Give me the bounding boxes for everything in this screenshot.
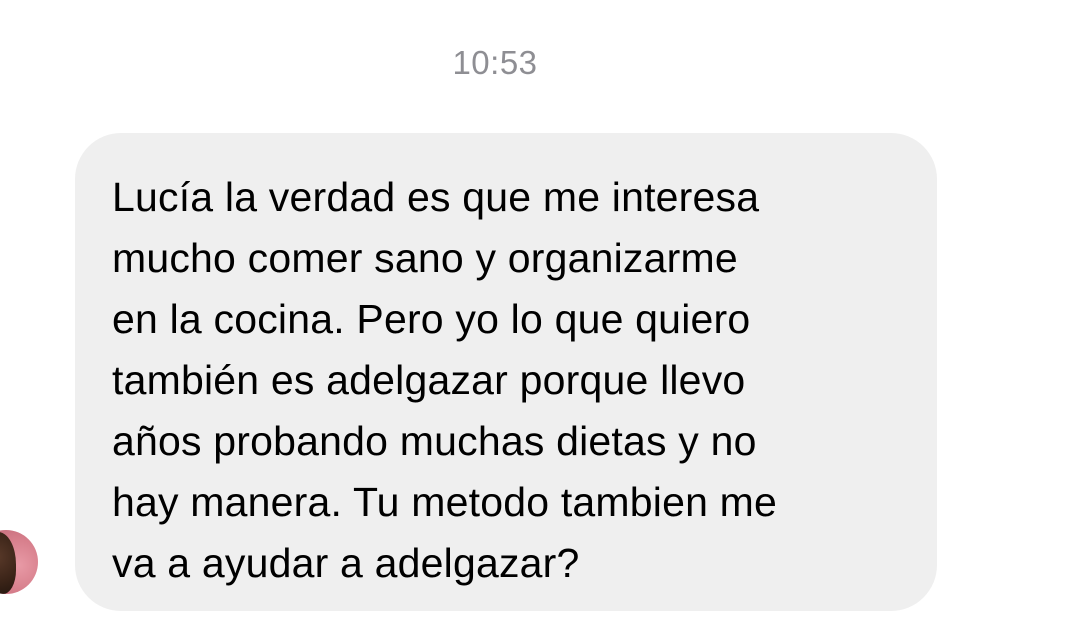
message-bubble[interactable]: Lucía la verdad es que me interesa mucho…	[75, 133, 937, 611]
message-timestamp: 10:53	[452, 44, 538, 81]
message-text: Lucía la verdad es que me interesa mucho…	[112, 174, 778, 586]
contact-avatar[interactable]	[0, 530, 38, 594]
avatar-photo	[0, 532, 16, 594]
